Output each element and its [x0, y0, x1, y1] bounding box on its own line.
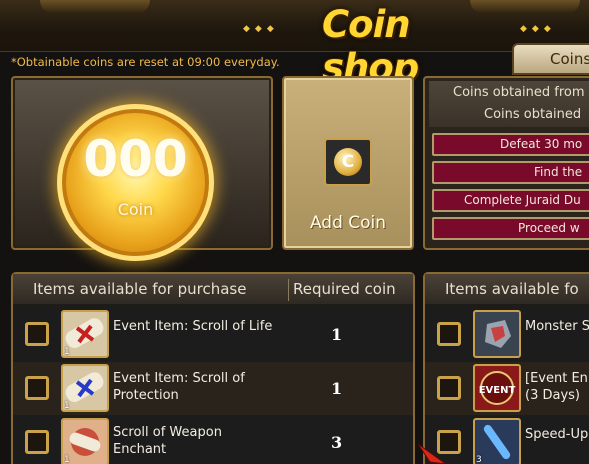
- coin-count: 000: [83, 130, 188, 188]
- add-coin-label: Add Coin: [309, 213, 387, 233]
- coin-info-panel: Coins obtained from Coins obtained Defea…: [423, 76, 589, 250]
- svg-text:EVENT: EVENT: [479, 385, 516, 396]
- mission-item[interactable]: Find the: [432, 161, 589, 184]
- panel-header: Items available for purchase Required co…: [13, 274, 413, 304]
- tab-coins[interactable]: Coins: [512, 43, 589, 75]
- monster-stone-icon: [473, 310, 521, 358]
- panel-header: Items available fo: [425, 274, 589, 304]
- reset-notice: *Obtainable coins are reset at 09:00 eve…: [11, 55, 280, 69]
- scroll-icon: 1: [61, 310, 109, 358]
- table-row[interactable]: Monster S: [425, 308, 589, 361]
- item-name: Scroll of Weapon Enchant: [113, 425, 222, 457]
- table-row[interactable]: 3 Speed-Up: [425, 416, 589, 464]
- item-checkbox[interactable]: [437, 376, 461, 400]
- event-icon: EVENT: [473, 364, 521, 412]
- item-name: Monster S: [525, 319, 589, 334]
- item-name: Event Item: Scroll of Protection: [113, 371, 245, 403]
- header-items: Items available for purchase: [33, 280, 247, 298]
- item-price: 1: [331, 379, 343, 398]
- item-name: Event Item: Scroll of Life: [113, 319, 273, 334]
- table-row[interactable]: 1 Scroll of Weapon Enchant 3: [13, 416, 413, 464]
- item-checkbox[interactable]: [25, 322, 49, 346]
- header-items: Items available fo: [445, 280, 579, 298]
- scroll-icon: 1: [61, 364, 109, 412]
- item-price: 3: [331, 433, 343, 452]
- info-line-2: Coins obtained: [484, 107, 582, 122]
- purchase-items-panel-right: Items available fo Monster S EVENT [Even…: [423, 272, 589, 464]
- item-checkbox[interactable]: [25, 376, 49, 400]
- item-checkbox[interactable]: [25, 430, 49, 454]
- decor-dots: ◆◆◆: [243, 24, 279, 34]
- mission-item[interactable]: Complete Juraid Du: [432, 189, 589, 212]
- table-row[interactable]: EVENT [Event En (3 Days): [425, 362, 589, 415]
- mission-item[interactable]: Defeat 30 mo: [432, 133, 589, 156]
- page-title: Coin shop: [322, 3, 419, 89]
- scroll-icon: 1: [61, 418, 109, 464]
- item-name: Speed-Up: [525, 427, 589, 442]
- table-row[interactable]: 1 Event Item: Scroll of Life 1: [13, 308, 413, 361]
- item-name: [Event En (3 Days): [525, 371, 588, 403]
- header-divider: [288, 279, 289, 301]
- coin-info-summary: Coins obtained from Coins obtained: [429, 81, 589, 127]
- coin-label: Coin: [117, 200, 154, 219]
- item-checkbox[interactable]: [437, 322, 461, 346]
- purchase-items-panel: Items available for purchase Required co…: [11, 272, 415, 464]
- item-price: 1: [331, 325, 343, 344]
- coin-icon: C: [324, 138, 372, 186]
- mouse-cursor-icon: [418, 443, 447, 464]
- banner-ornament: [40, 0, 150, 14]
- mission-item[interactable]: Proceed w: [432, 217, 589, 240]
- table-row[interactable]: 1 Event Item: Scroll of Protection 1: [13, 362, 413, 415]
- speed-potion-icon: 3: [473, 418, 521, 464]
- header-required-coin: Required coin: [293, 280, 396, 298]
- decor-dots: ◆◆◆: [520, 24, 556, 34]
- add-coin-button[interactable]: C Add Coin: [282, 76, 414, 250]
- info-line-1: Coins obtained from: [453, 85, 585, 100]
